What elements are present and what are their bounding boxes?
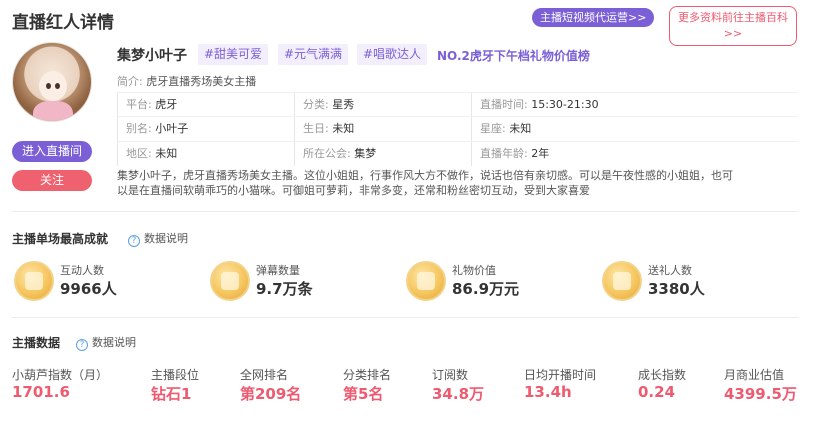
danmaku-medal-icon [210,261,250,301]
metric-label-hulu-index: 小葫芦指数（月） [12,368,109,382]
metric-value-subscribers: 34.8万 [432,385,485,403]
info-region-value: 未知 [155,147,178,160]
metric-label-subscribers: 订阅数 [432,368,469,382]
best-record-help[interactable]: ? 数据说明 [128,230,188,247]
stat-label-gifters: 送礼人数 [648,264,692,277]
stat-value-danmaku: 9.7万条 [256,280,313,298]
gift-medal-icon [406,261,446,301]
metric-value-daily-hours: 13.4h [524,383,572,401]
info-row-3: 地区: 未知 所在公会: 集梦 直播年龄: 2年 [117,141,798,166]
anchor-data-title: 主播数据 [12,336,61,350]
wiki-link-label: 更多资料前往主播百科 [678,11,788,24]
stat-value-gift: 86.9万元 [452,280,520,298]
info-category-label: 分类: [303,98,329,111]
info-platform-label: 平台: [126,98,152,111]
info-alias-value: 小叶子 [155,122,189,135]
info-guild-label: 所在公会: [303,147,351,160]
divider [12,317,798,318]
info-live-age-value: 2年 [531,147,550,160]
stat-label-interaction: 互动人数 [60,264,104,277]
follow-button[interactable]: 关注 [12,170,92,191]
info-live-time-value: 15:30-21:30 [531,98,599,111]
anchor-description: 集梦小叶子，虎牙直播秀场美女主播。这位小姐姐，行事作风大方不做作，说话也倍有亲切… [117,168,798,198]
info-birthday-value: 未知 [332,122,355,135]
stat-value-interaction: 9966人 [60,280,117,298]
page-title: 直播红人详情 [12,13,114,33]
info-zodiac-value: 未知 [509,122,532,135]
enter-live-room-button[interactable]: 进入直播间 [12,141,92,162]
info-alias-label: 别名: [126,122,152,135]
metric-value-tier: 钻石1 [151,385,192,403]
info-platform-value: 虎牙 [155,98,178,111]
best-record-title: 主播单场最高成就 [12,232,109,246]
metric-value-global-rank: 第209名 [240,385,302,403]
metric-label-tier: 主播段位 [151,368,200,382]
video-operation-button[interactable]: 主播短视频代运营>> [532,8,655,27]
stat-value-gifters: 3380人 [648,280,705,298]
info-region: 地区: 未知 [117,142,177,166]
metric-value-valuation: 4399.5万 [724,385,797,403]
info-live-time: 直播时间: 15:30-21:30 [471,93,599,117]
stat-label-danmaku: 弹幕数量 [256,264,300,277]
anchor-data-help[interactable]: ? 数据说明 [76,334,136,351]
wiki-link-button[interactable]: 更多资料前往主播百科 >> [669,6,797,46]
metric-value-category-rank: 第5名 [343,385,384,403]
brief-value: 虎牙直播秀场美女主播 [146,75,257,88]
info-birthday-label: 生日: [303,122,329,135]
description-line-2: 以是在直播间软萌乖巧的小猫咪。可御姐可萝莉，非常多变，还常和粉丝密切互动，受到大… [117,184,590,197]
info-zodiac: 星座: 未知 [471,117,531,141]
description-line-1: 集梦小叶子，虎牙直播秀场美女主播。这位小姐姐，行事作风大方不做作，说话也倍有亲切… [117,169,733,182]
medal-inner [221,272,239,290]
anchor-data-help-label: 数据说明 [92,336,136,349]
brief: 简介: 虎牙直播秀场美女主播 [117,72,798,92]
gifters-medal-icon [602,261,642,301]
brief-label: 简介: [117,75,143,88]
info-live-age-label: 直播年龄: [480,147,528,160]
avatar-body [33,101,73,121]
info-live-time-label: 直播时间: [480,98,528,111]
metric-label-growth: 成长指数 [638,368,687,382]
avatar [12,42,92,122]
stat-label-gift: 礼物价值 [452,264,496,277]
divider [12,211,798,212]
gift-rank-link[interactable]: NO.2虎牙下午档礼物价值榜 [437,47,590,64]
info-category-value: 星秀 [332,98,355,111]
info-birthday: 生日: 未知 [294,117,354,141]
avatar-eye-left [46,83,51,89]
question-icon: ? [128,235,140,247]
info-guild: 所在公会: 集梦 [294,142,376,166]
anchor-name: 集梦小叶子 [117,48,187,64]
medal-inner [25,272,43,290]
wiki-link-arrow: >> [723,27,743,40]
avatar-face [39,71,67,101]
info-row-2: 别名: 小叶子 生日: 未知 星座: 未知 [117,116,798,141]
best-record-help-label: 数据说明 [144,232,188,245]
question-icon: ? [76,339,88,351]
avatar-eye-right [55,83,60,89]
info-alias: 别名: 小叶子 [117,117,188,141]
info-platform: 平台: 虎牙 [117,93,177,117]
metric-label-daily-hours: 日均开播时间 [524,368,597,382]
metric-label-global-rank: 全网排名 [240,368,289,382]
info-region-label: 地区: [126,147,152,160]
info-category: 分类: 星秀 [294,93,354,117]
metric-value-growth: 0.24 [638,383,676,401]
medal-inner [417,272,435,290]
info-zodiac-label: 星座: [480,122,506,135]
tag-sweet[interactable]: #甜美可爱 [198,44,269,65]
tag-energetic[interactable]: #元气满满 [278,44,349,65]
metric-label-category-rank: 分类排名 [343,368,392,382]
interaction-medal-icon [14,261,54,301]
info-row-1: 平台: 虎牙 分类: 星秀 直播时间: 15:30-21:30 [117,92,798,117]
tag-singer[interactable]: #唱歌达人 [357,44,428,65]
metric-label-valuation: 月商业估值 [724,368,785,382]
medal-inner [613,272,631,290]
info-guild-value: 集梦 [354,147,377,160]
info-live-age: 直播年龄: 2年 [471,142,549,166]
metric-value-hulu-index: 1701.6 [12,383,70,401]
